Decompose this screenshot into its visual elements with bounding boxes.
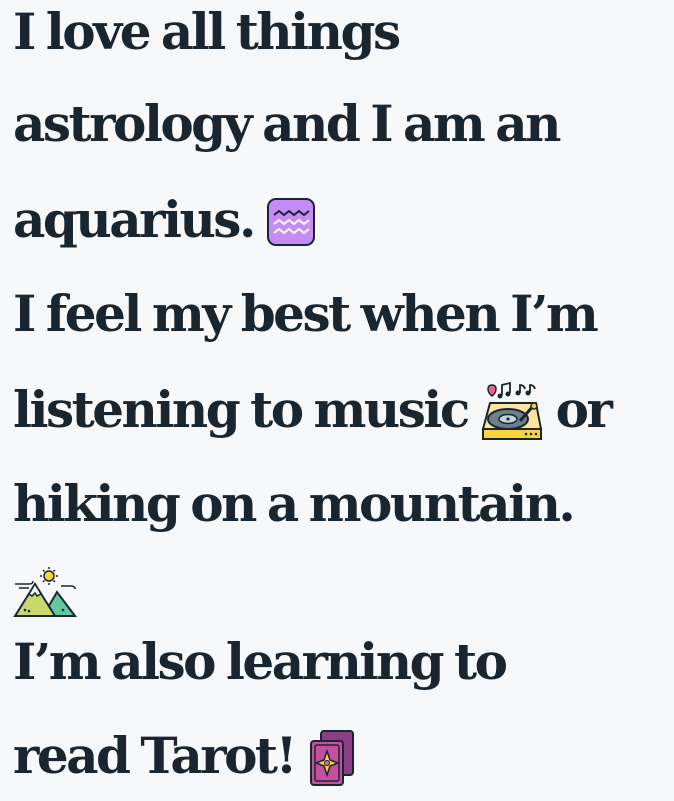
bio-line <box>13 550 77 630</box>
mountain-icon <box>13 566 77 618</box>
bio-line: aquarius. <box>13 180 316 260</box>
bio-line-text: I’m also learning to <box>13 632 508 691</box>
bio-line-text: astrology and I am an <box>13 94 561 153</box>
bio-line-text: I feel my best when I’m <box>13 284 599 343</box>
bio-line-text: or <box>555 380 613 439</box>
bio-line-text: hiking on a mountain. <box>13 474 576 533</box>
bio-line-text: listening to music <box>13 380 470 439</box>
bio-line: I feel my best when I’m <box>13 274 599 354</box>
bio-line: I love all things <box>13 0 401 72</box>
bio-line: listening to music or <box>13 370 613 450</box>
bio-line-text: aquarius. <box>13 190 256 249</box>
record-player-icon <box>480 381 544 443</box>
bio-line: hiking on a mountain. <box>13 464 576 544</box>
bio-line: astrology and I am an <box>13 84 561 164</box>
tarot-cards-icon <box>307 727 359 789</box>
bio-line: I’m also learning to <box>13 622 508 702</box>
bio-line-text: I love all things <box>13 2 401 61</box>
aquarius-icon <box>266 197 316 247</box>
bio-line: read Tarot! <box>13 716 359 796</box>
bio-line-text: read Tarot! <box>13 726 297 785</box>
